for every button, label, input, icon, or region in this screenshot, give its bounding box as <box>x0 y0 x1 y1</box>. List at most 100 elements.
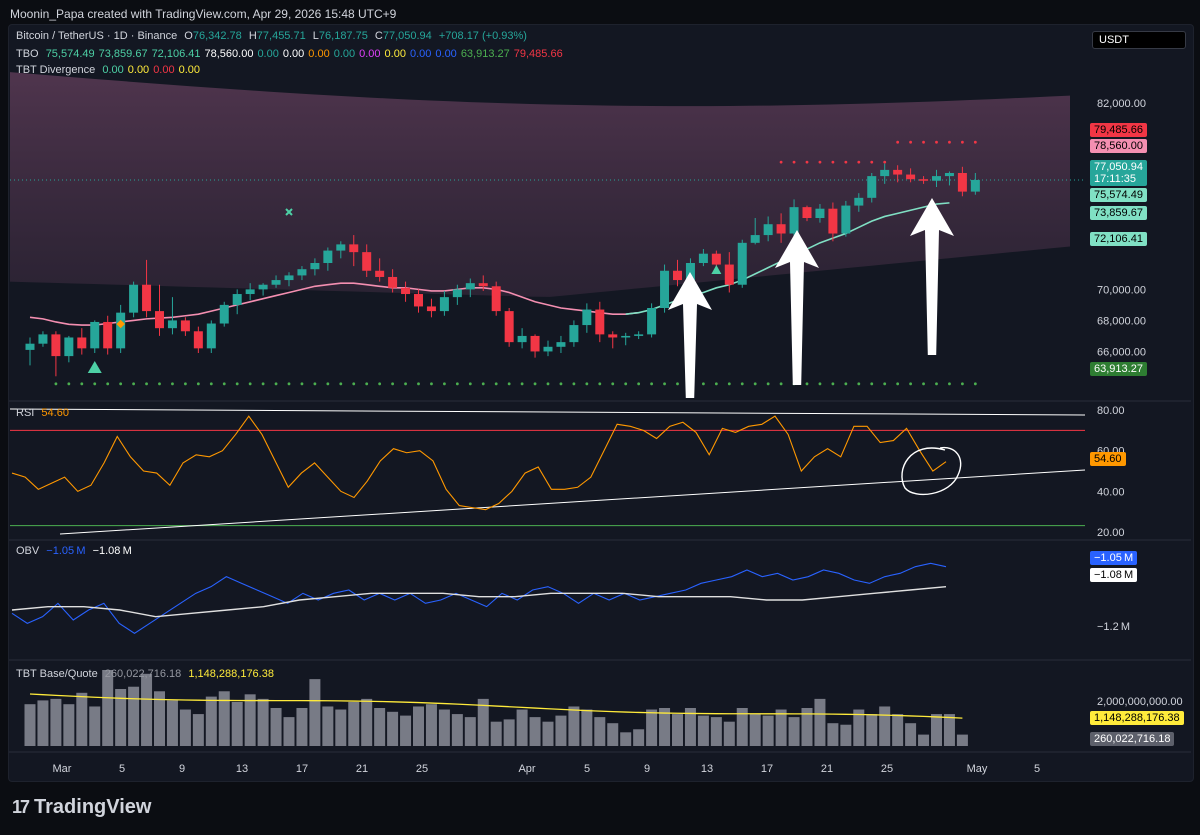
candle-body-47 <box>634 334 644 336</box>
support-dot-62 <box>831 382 835 386</box>
rsi-value-label: 54.60 <box>1090 452 1126 466</box>
support-dot-13 <box>196 382 200 386</box>
resistance-dot-62 <box>831 160 835 164</box>
support-dot-57 <box>766 382 770 386</box>
candle-body-67 <box>893 169 903 175</box>
volume-bar-14 <box>205 696 217 746</box>
price-tick-0: 82,000.00 <box>1097 98 1146 110</box>
currency-button[interactable]: USDT <box>1092 31 1186 49</box>
volume-bar-36 <box>490 721 502 746</box>
tbo-value-13: 79,485.66 <box>513 48 563 60</box>
support-dot-20 <box>287 382 291 386</box>
candle-body-42 <box>569 325 579 343</box>
resistance-dot-58 <box>779 160 783 164</box>
support-dot-3 <box>67 382 71 386</box>
candle-body-36 <box>491 286 501 312</box>
candle-body-33 <box>452 289 462 298</box>
candle-body-24 <box>336 244 346 251</box>
candle-body-16 <box>232 294 242 305</box>
support-dot-61 <box>818 382 822 386</box>
volume-bar-59 <box>788 717 800 746</box>
candle-body-13 <box>193 331 203 349</box>
candle-body-31 <box>426 306 436 312</box>
resistance-dot-67 <box>896 140 900 144</box>
volume-name: TBT Base/Quote <box>16 668 98 680</box>
support-dot-45 <box>611 382 615 386</box>
support-dot-70 <box>935 382 938 386</box>
support-dot-31 <box>430 382 433 386</box>
rsi-value: 54.60 <box>41 407 69 419</box>
volume-bar-33 <box>451 714 463 746</box>
rsi-name: RSI <box>16 407 35 419</box>
resistance-dot-63 <box>844 160 848 164</box>
divergence-legend: TBT Divergence 0.00 0.00 0.00 0.00 <box>16 64 208 76</box>
candle-body-69 <box>919 179 929 181</box>
arrow-up-1 <box>668 272 712 398</box>
candle-body-62 <box>828 208 838 234</box>
candle-body-18 <box>258 284 268 290</box>
volume-bar-56 <box>749 714 761 746</box>
volume-bar-23 <box>322 706 334 746</box>
volume-bar-67 <box>892 714 904 746</box>
volume-bar-57 <box>762 715 774 746</box>
candle-body-2 <box>51 334 61 357</box>
divergence-name: TBT Divergence <box>16 64 96 76</box>
support-dot-68 <box>909 382 912 386</box>
resistance-dot-68 <box>909 140 912 144</box>
time-tick-0: Mar <box>53 763 72 775</box>
support-dot-73 <box>973 382 977 386</box>
candle-body-22 <box>310 263 320 270</box>
candle-body-61 <box>815 208 825 218</box>
volume-legend: TBT Base/Quote 260,022,716.18 1,148,288,… <box>16 668 278 680</box>
tbo-value-11: 0.00 <box>435 48 457 60</box>
obv-panel <box>11 562 947 634</box>
candle-body-29 <box>401 287 411 295</box>
volume-bar-70 <box>931 714 942 746</box>
price-label-1: 78,560.00 <box>1090 139 1147 153</box>
support-dot-58 <box>779 382 783 386</box>
volume-bar-53 <box>710 717 722 746</box>
candle-body-40 <box>543 346 553 352</box>
support-dot-55 <box>740 382 744 386</box>
volume-bar-52 <box>697 715 709 746</box>
candle-body-11 <box>167 320 177 329</box>
volume-bar-21 <box>296 708 308 746</box>
divergence-value-1: 0.00 <box>127 64 150 76</box>
obv-signal-line <box>11 585 947 618</box>
candle-body-28 <box>388 276 398 288</box>
candle-body-66 <box>880 169 890 177</box>
support-dot-27 <box>378 382 382 386</box>
candle-body-0 <box>25 343 35 350</box>
candle-body-6 <box>103 321 113 349</box>
volume-bar-9 <box>141 673 153 746</box>
support-dot-19 <box>274 382 278 386</box>
time-tick-8: 5 <box>584 763 590 775</box>
chart-canvas[interactable]: 82,000.00 70,000.00 68,000.00 66,000.00 80.0… <box>0 0 1200 835</box>
support-dot-37 <box>507 382 511 386</box>
candle-body-73 <box>970 179 980 192</box>
obv-label-0: −1.05 M <box>1090 551 1138 565</box>
support-dot-7 <box>119 382 123 386</box>
volume-bar-25 <box>348 701 360 746</box>
candle-body-25 <box>349 244 359 253</box>
rsi-tick-0: 80.00 <box>1097 405 1125 417</box>
tbo-value-1: 73,859.67 <box>98 48 148 60</box>
support-dot-15 <box>222 382 226 386</box>
volume-bar-22 <box>309 679 321 746</box>
volume-bar-3 <box>63 704 75 746</box>
tbo-value-4: 0.00 <box>257 48 279 60</box>
support-dot-34 <box>468 382 472 386</box>
candle-body-68 <box>906 174 916 180</box>
candle-body-32 <box>439 297 449 312</box>
resistance-dot-71 <box>948 140 951 144</box>
rsi-tick-2: 40.00 <box>1097 486 1125 498</box>
candle-body-38 <box>517 335 527 343</box>
volume-bar-50 <box>672 714 683 746</box>
volume-bar-8 <box>128 686 140 746</box>
candle-body-17 <box>245 289 255 295</box>
tbo-value-3: 78,560.00 <box>204 48 254 60</box>
volume-bar-26 <box>361 698 373 746</box>
support-dot-69 <box>922 382 925 386</box>
volume-bar-72 <box>956 734 968 746</box>
volume-bar-20 <box>283 717 295 746</box>
